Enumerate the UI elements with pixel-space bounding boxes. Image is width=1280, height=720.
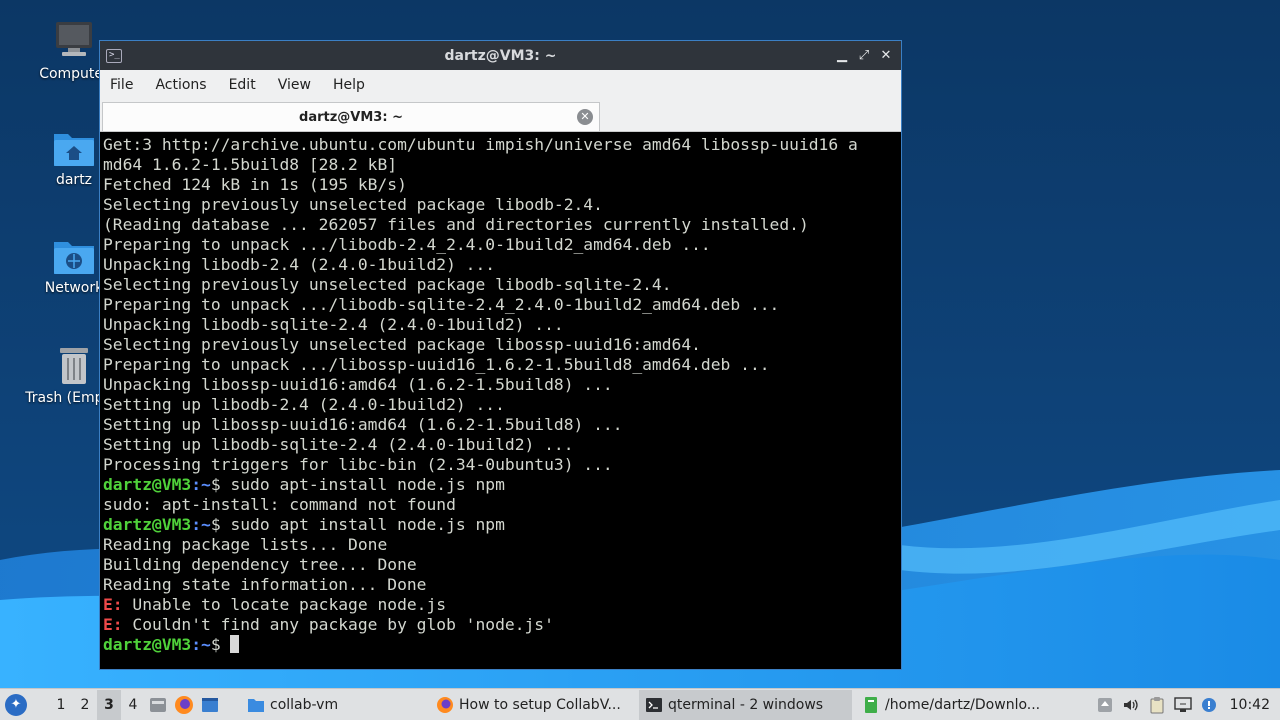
- task-text-editor[interactable]: /home/dartz/Downlo...: [856, 690, 1057, 720]
- terminal-line: Setting up libossp-uuid16:amd64 (1.6.2-1…: [103, 415, 623, 434]
- terminal-app-icon[interactable]: >_: [106, 48, 122, 63]
- prompt-path: :~: [191, 515, 211, 534]
- terminal-line: Setting up libodb-sqlite-2.4 (2.4.0-1bui…: [103, 435, 574, 454]
- terminal-window: >_ dartz@VM3: ~ ▁ ⤢ ✕ File Actions Edit …: [99, 40, 902, 670]
- terminal-line: (Reading database ... 262057 files and d…: [103, 215, 809, 234]
- task-label: collab-vm: [270, 696, 339, 713]
- terminal-line: E: Couldn't find any package by glob 'no…: [103, 615, 901, 635]
- terminal-icon: [646, 697, 662, 712]
- task-label: /home/dartz/Downlo...: [885, 696, 1041, 713]
- workspace-2[interactable]: 2: [73, 697, 97, 713]
- terminal-line: Preparing to unpack .../libossp-uuid16_1…: [103, 355, 770, 374]
- firefox-icon: [437, 696, 453, 713]
- network-icon[interactable]: [1170, 692, 1196, 718]
- maximize-button[interactable]: ⤢: [855, 47, 873, 65]
- menu-view[interactable]: View: [270, 70, 319, 101]
- terminal-line: Reading package lists... Done: [103, 535, 388, 554]
- terminal-line: Unpacking libodb-sqlite-2.4 (2.4.0-1buil…: [103, 315, 564, 334]
- terminal-line: dartz@VM3:~$: [103, 635, 901, 655]
- prompt-path: :~: [191, 475, 211, 494]
- terminal-line: Setting up libodb-2.4 (2.4.0-1build2) ..…: [103, 395, 505, 414]
- folder-icon: [248, 698, 264, 712]
- error-tag: E:: [103, 595, 123, 614]
- home-folder-icon: [54, 134, 94, 166]
- terminal-line: md64 1.6.2-1.5build8 [28.2 kB]: [103, 155, 398, 174]
- file-manager-icon[interactable]: [145, 690, 171, 720]
- prompt-user: dartz@VM3: [103, 475, 192, 494]
- prompt-sign: $: [210, 635, 231, 654]
- terminal-line: Unpacking libossp-uuid16:amd64 (1.6.2-1.…: [103, 375, 613, 394]
- terminal-line: dartz@VM3:~$ sudo apt-install node.js np…: [103, 475, 901, 495]
- workspace-3[interactable]: 3: [97, 689, 121, 720]
- terminal-line: Unpacking libodb-2.4 (2.4.0-1build2) ...: [103, 255, 496, 274]
- terminal-line: Selecting previously unselected package …: [103, 195, 603, 214]
- tab-close-icon[interactable]: ✕: [577, 109, 593, 125]
- terminal-line: Get:3 http://archive.ubuntu.com/ubuntu i…: [103, 135, 858, 154]
- task-collab-vm[interactable]: collab-vm: [241, 690, 426, 720]
- notification-icon[interactable]: [1196, 692, 1222, 718]
- trash-icon: [60, 348, 88, 384]
- task-label: How to setup CollabV...: [459, 696, 621, 713]
- window-title: dartz@VM3: ~: [444, 47, 557, 64]
- terminal-line: Reading state information... Done: [103, 575, 427, 594]
- command-text: sudo apt install node.js npm: [230, 515, 505, 534]
- error-message: Unable to locate package node.js: [122, 595, 447, 614]
- menu-bar: File Actions Edit View Help: [100, 70, 901, 101]
- menu-file[interactable]: File: [102, 70, 141, 101]
- tab-title: dartz@VM3: ~: [299, 109, 403, 125]
- terminal-line: Fetched 124 kB in 1s (195 kB/s): [103, 175, 407, 194]
- menu-actions[interactable]: Actions: [147, 70, 214, 101]
- task-label: qterminal - 2 windows: [668, 696, 824, 713]
- window-titlebar[interactable]: >_ dartz@VM3: ~ ▁ ⤢ ✕: [100, 41, 901, 70]
- computer-icon: [56, 22, 92, 56]
- workspace-4[interactable]: 4: [121, 697, 145, 713]
- lubuntu-logo-icon[interactable]: ✦: [5, 693, 27, 716]
- close-button[interactable]: ✕: [877, 47, 895, 65]
- task-qterminal[interactable]: qterminal - 2 windows: [639, 689, 852, 720]
- terminal-output[interactable]: Get:3 http://archive.ubuntu.com/ubuntu i…: [100, 133, 901, 669]
- text-editor-icon: [865, 696, 877, 713]
- workspace-1[interactable]: 1: [49, 697, 73, 713]
- prompt-sign: $: [210, 515, 231, 534]
- terminal-line: Preparing to unpack .../libodb-2.4_2.4.0…: [103, 235, 711, 254]
- task-firefox[interactable]: How to setup CollabV...: [430, 690, 635, 720]
- tab-bar: dartz@VM3: ~ ✕: [100, 101, 901, 132]
- clipboard-icon[interactable]: [1144, 692, 1170, 718]
- terminal-line: E: Unable to locate package node.js: [103, 595, 901, 615]
- prompt-user: dartz@VM3: [103, 515, 192, 534]
- terminal-line: dartz@VM3:~$ sudo apt install node.js np…: [103, 515, 901, 535]
- terminal-tab[interactable]: dartz@VM3: ~ ✕: [102, 102, 600, 131]
- terminal-line: Selecting previously unselected package …: [103, 335, 701, 354]
- update-notifier-icon[interactable]: [1092, 692, 1118, 718]
- error-message: Couldn't find any package by glob 'node.…: [122, 615, 554, 634]
- menu-edit[interactable]: Edit: [221, 70, 264, 101]
- terminal-line: Processing triggers for libc-bin (2.34-0…: [103, 455, 613, 474]
- terminal-line: Selecting previously unselected package …: [103, 275, 672, 294]
- command-text: sudo apt-install node.js npm: [230, 475, 505, 494]
- network-folder-icon: [54, 242, 94, 274]
- terminal-line: sudo: apt-install: command not found: [103, 495, 456, 514]
- volume-icon[interactable]: [1118, 692, 1144, 718]
- firefox-icon[interactable]: [171, 690, 197, 720]
- error-tag: E:: [103, 615, 123, 634]
- terminal-line: Building dependency tree... Done: [103, 555, 417, 574]
- prompt-user: dartz@VM3: [103, 635, 192, 654]
- terminal-line: Preparing to unpack .../libodb-sqlite-2.…: [103, 295, 780, 314]
- text-cursor: [230, 635, 240, 653]
- desktop-icon[interactable]: [197, 690, 223, 720]
- menu-help[interactable]: Help: [325, 70, 373, 101]
- prompt-sign: $: [210, 475, 231, 494]
- minimize-button[interactable]: ▁: [833, 47, 851, 65]
- taskbar: ✦ 1 2 3 4 collab-vm How to setup CollabV…: [0, 688, 1280, 720]
- clock[interactable]: 10:42: [1222, 697, 1280, 713]
- prompt-path: :~: [191, 635, 211, 654]
